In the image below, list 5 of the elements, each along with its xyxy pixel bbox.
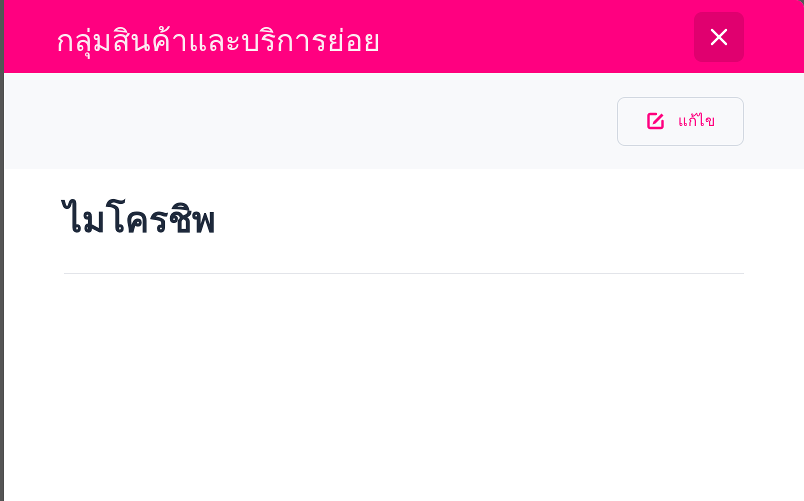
edit-icon — [646, 111, 666, 131]
dialog-title: กลุ่มสินค้าและบริการย่อย — [56, 23, 381, 61]
close-button[interactable] — [694, 12, 744, 62]
edit-button[interactable]: แก้ไข — [617, 96, 744, 146]
close-icon — [709, 26, 729, 46]
